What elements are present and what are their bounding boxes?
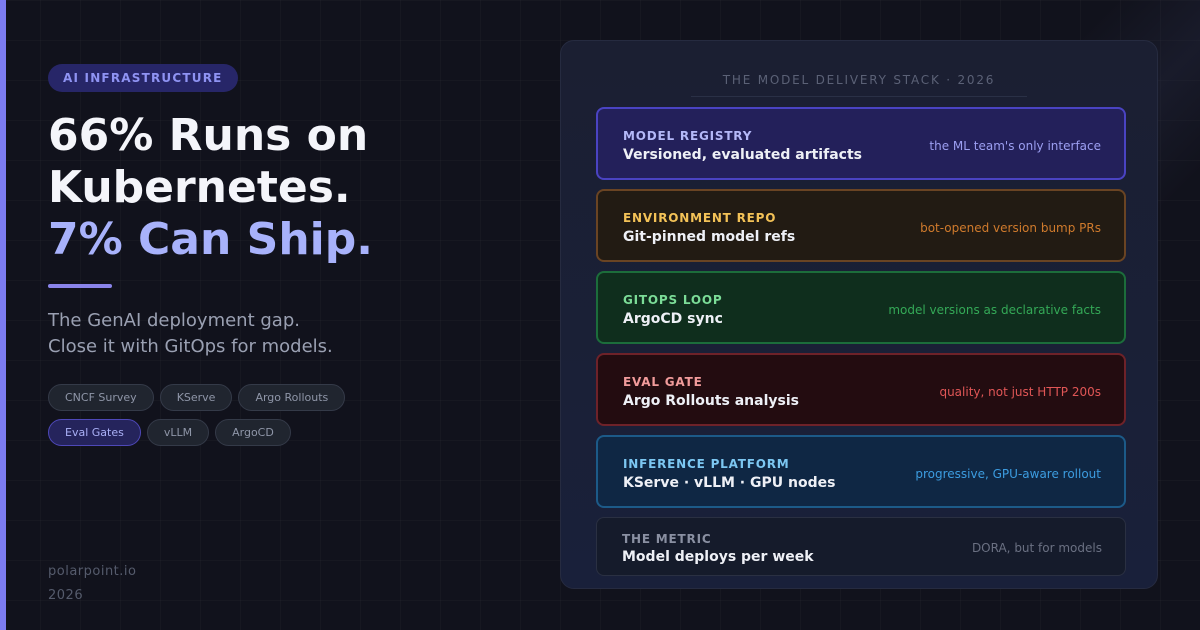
category-tag: AI INFRASTRUCTURE bbox=[48, 64, 238, 92]
layer-description: Git-pinned model refs bbox=[623, 229, 796, 245]
headline: 66% Runs on Kubernetes. 7% Can Ship. bbox=[48, 110, 528, 266]
layer-inference-platform: INFERENCE PLATFORM KServe · vLLM · GPU n… bbox=[596, 435, 1126, 508]
footer: polarpoint.io 2026 bbox=[48, 560, 136, 608]
footer-year: 2026 bbox=[48, 588, 84, 603]
layer-gitops-loop: GITOPS LOOP ArgoCD sync model versions a… bbox=[596, 271, 1126, 344]
subtitle-line-1: The GenAI deployment gap. bbox=[48, 310, 300, 331]
headline-line-1: 66% Runs on bbox=[48, 110, 369, 161]
layer-environment-repo: ENVIRONMENT REPO Git-pinned model refs b… bbox=[596, 189, 1126, 262]
layer-name: EVAL GATE bbox=[623, 375, 703, 389]
layer-note: model versions as declarative facts bbox=[888, 303, 1101, 317]
panel-title-divider bbox=[691, 96, 1027, 97]
chip-vllm: vLLM bbox=[146, 419, 210, 446]
layer-note: bot-opened version bump PRs bbox=[920, 221, 1101, 235]
chip-cncf-survey: CNCF Survey bbox=[48, 384, 154, 411]
subtitle: The GenAI deployment gap. Close it with … bbox=[48, 308, 528, 360]
layer-description: ArgoCD sync bbox=[623, 311, 723, 327]
layer-description: Argo Rollouts analysis bbox=[623, 393, 799, 409]
headline-divider bbox=[48, 284, 112, 288]
hero-column: AI INFRASTRUCTURE 66% Runs on Kubernetes… bbox=[48, 64, 528, 454]
chip-argo-rollouts: Argo Rollouts bbox=[238, 384, 346, 411]
layer-description: KServe · vLLM · GPU nodes bbox=[623, 475, 836, 491]
layer-eval-gate: EVAL GATE Argo Rollouts analysis quality… bbox=[596, 353, 1126, 426]
subtitle-line-2: Close it with GitOps for models. bbox=[48, 336, 333, 357]
left-accent-bar bbox=[0, 0, 6, 630]
panel-title: THE MODEL DELIVERY STACK · 2026 bbox=[722, 73, 996, 87]
layer-description: Model deploys per week bbox=[622, 549, 814, 565]
delivery-stack-panel: THE MODEL DELIVERY STACK · 2026 MODEL RE… bbox=[560, 40, 1158, 589]
layer-note: the ML team's only interface bbox=[929, 139, 1101, 153]
chip-argocd: ArgoCD bbox=[215, 419, 291, 446]
layer-note: DORA, but for models bbox=[971, 541, 1102, 555]
layer-model-registry: MODEL REGISTRY Versioned, evaluated arti… bbox=[596, 107, 1126, 180]
layer-note: progressive, GPU-aware rollout bbox=[915, 467, 1101, 481]
topic-chips: CNCF Survey KServe Argo Rollouts Eval Gates… bbox=[48, 384, 388, 454]
layer-note: quality, not just HTTP 200s bbox=[939, 385, 1101, 399]
layer-the-metric: THE METRIC Model deploys per week DORA, … bbox=[596, 517, 1126, 576]
footer-site: polarpoint.io bbox=[48, 564, 137, 579]
layer-name: GITOPS LOOP bbox=[623, 293, 723, 307]
headline-line-2: Kubernetes. bbox=[48, 162, 351, 213]
layer-name: INFERENCE PLATFORM bbox=[623, 457, 790, 471]
chip-eval-gates: Eval Gates bbox=[48, 419, 141, 446]
layer-name: MODEL REGISTRY bbox=[623, 129, 753, 143]
layer-name: ENVIRONMENT REPO bbox=[623, 211, 777, 225]
headline-line-3: 7% Can Ship. bbox=[48, 214, 373, 265]
layer-name: THE METRIC bbox=[622, 532, 712, 546]
chip-kserve: KServe bbox=[159, 384, 233, 411]
layer-description: Versioned, evaluated artifacts bbox=[623, 147, 862, 163]
